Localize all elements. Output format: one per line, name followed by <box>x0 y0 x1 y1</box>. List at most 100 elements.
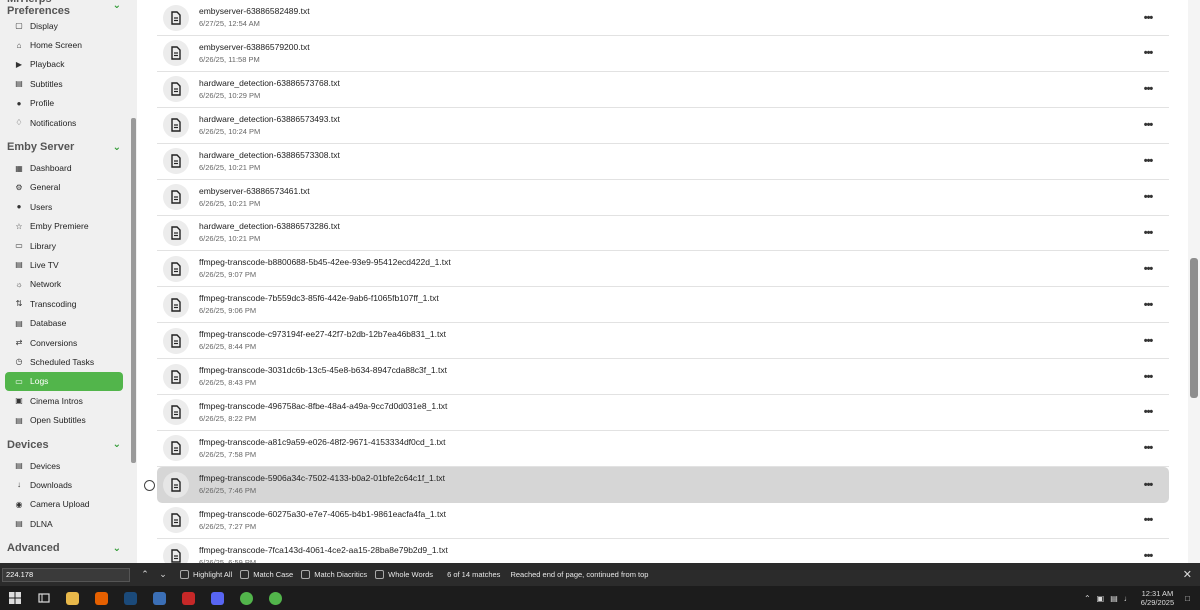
sidebar-item-profile[interactable]: ● Profile <box>0 94 137 113</box>
more-options-icon[interactable]: ••• <box>1139 479 1157 491</box>
checkbox-icon[interactable] <box>301 570 311 579</box>
checkbox-icon[interactable] <box>240 570 250 579</box>
log-file-row[interactable]: ffmpeg-transcode-60275a30-e7e7-4065-b4b1… <box>157 503 1169 539</box>
clock[interactable]: 12:31 AM 6/29/2025 <box>1141 589 1174 607</box>
firefox-icon[interactable] <box>87 586 116 610</box>
log-file-row[interactable]: ffmpeg-transcode-5906a34c-7502-4133-b0a2… <box>157 466 1169 503</box>
steam-icon[interactable] <box>116 586 145 610</box>
sidebar-item-open-subtitles[interactable]: ▤ Open Subtitles <box>0 410 137 429</box>
sidebar-section-header[interactable]: Advanced ⌄ <box>0 537 137 559</box>
log-file-row[interactable]: hardware_detection-63886573286.txt 6/26/… <box>157 215 1169 252</box>
sidebar-item-scheduled-tasks[interactable]: ◷ Scheduled Tasks <box>0 352 137 371</box>
more-options-icon[interactable]: ••• <box>1139 442 1157 454</box>
more-options-icon[interactable]: ••• <box>1139 299 1157 311</box>
sidebar-section-header[interactable]: Devices ⌄ <box>0 434 137 456</box>
log-file-name[interactable]: embyserver-63886579200.txt <box>199 42 1139 53</box>
log-file-row[interactable]: ffmpeg-transcode-3031dc6b-13c5-45e8-b634… <box>157 359 1169 395</box>
more-options-icon[interactable]: ••• <box>1139 227 1157 239</box>
more-options-icon[interactable]: ••• <box>1139 191 1157 203</box>
log-file-row[interactable]: ffmpeg-transcode-7b559dc3-85f6-442e-9ab6… <box>157 287 1169 324</box>
sidebar-item-conversions[interactable]: ⇄ Conversions <box>0 333 137 352</box>
more-options-icon[interactable]: ••• <box>1139 335 1157 347</box>
chevron-down-icon[interactable]: ⌄ <box>113 142 121 153</box>
log-file-name[interactable]: ffmpeg-transcode-5906a34c-7502-4133-b0a2… <box>199 473 1139 484</box>
chevron-down-icon[interactable]: ⌄ <box>113 0 121 11</box>
page-scrollbar[interactable] <box>1188 0 1200 563</box>
selection-radio[interactable] <box>144 479 155 491</box>
sidebar-item-library[interactable]: ▭ Library <box>0 236 137 255</box>
volume-icon[interactable]: ♩ <box>1124 594 1132 603</box>
match-case-option[interactable]: Match Case <box>240 570 293 579</box>
log-file-row[interactable]: ffmpeg-transcode-496758ac-8fbe-48a4-a49a… <box>157 395 1169 431</box>
log-file-name[interactable]: ffmpeg-transcode-c973194f-ee27-42f7-b2db… <box>199 329 1139 340</box>
more-options-icon[interactable]: ••• <box>1139 155 1157 167</box>
log-file-row[interactable]: ffmpeg-transcode-a81c9a59-e026-48f2-9671… <box>157 431 1169 467</box>
more-options-icon[interactable]: ••• <box>1139 514 1157 526</box>
find-previous-button[interactable]: ⌃ <box>136 569 154 580</box>
log-file-name[interactable]: embyserver-63886573461.txt <box>199 186 1139 197</box>
more-options-icon[interactable]: ••• <box>1139 406 1157 418</box>
log-file-name[interactable]: ffmpeg-transcode-3031dc6b-13c5-45e8-b634… <box>199 365 1139 376</box>
notification-icon[interactable]: □ <box>1185 594 1190 603</box>
checkbox-icon[interactable] <box>180 570 189 579</box>
log-file-name[interactable]: hardware_detection-63886573286.txt <box>199 221 1139 232</box>
file-explorer-icon[interactable] <box>58 586 87 610</box>
sidebar-item-general[interactable]: ⚙ General <box>0 178 137 197</box>
sidebar-section-header[interactable]: MrHerps Preferences ⌄ <box>0 0 137 17</box>
sidebar-item-live-tv[interactable]: ▤ Live TV <box>0 255 137 274</box>
more-options-icon[interactable]: ••• <box>1139 263 1157 275</box>
emby-icon-2[interactable] <box>261 586 290 610</box>
more-options-icon[interactable]: ••• <box>1139 47 1157 59</box>
sidebar-item-subtitles[interactable]: ▤ Subtitles <box>0 74 137 93</box>
network-icon[interactable]: ▤ <box>1110 594 1118 603</box>
sidebar-item-cinema-intros[interactable]: ▣ Cinema Intros <box>0 391 137 410</box>
emby-icon[interactable] <box>232 586 261 610</box>
sidebar-item-users[interactable]: ● Users <box>0 197 137 216</box>
red-app-icon[interactable] <box>174 586 203 610</box>
sidebar-item-emby-premiere[interactable]: ☆ Emby Premiere <box>0 217 137 236</box>
sidebar-item-network[interactable]: ☼ Network <box>0 275 137 294</box>
sidebar-item-devices[interactable]: ▤ Devices <box>0 456 137 475</box>
log-file-row[interactable]: hardware_detection-63886573308.txt 6/26/… <box>157 144 1169 180</box>
log-file-row[interactable]: ffmpeg-transcode-c973194f-ee27-42f7-b2db… <box>157 323 1169 360</box>
more-options-icon[interactable]: ••• <box>1139 550 1157 562</box>
sidebar-item-notifications[interactable]: ♢ Notifications <box>0 113 137 132</box>
whole-words-option[interactable]: Whole Words <box>375 570 433 579</box>
highlight-all-option[interactable]: Highlight All <box>180 570 232 579</box>
log-file-name[interactable]: ffmpeg-transcode-496758ac-8fbe-48a4-a49a… <box>199 401 1139 412</box>
log-file-row[interactable]: hardware_detection-63886573493.txt 6/26/… <box>157 108 1169 144</box>
more-options-icon[interactable]: ••• <box>1139 83 1157 95</box>
network-app-icon[interactable] <box>145 586 174 610</box>
log-file-name[interactable]: ffmpeg-transcode-b8800688-5b45-42ee-93e9… <box>199 257 1139 268</box>
log-file-row[interactable]: ffmpeg-transcode-7fca143d-4061-4ce2-aa15… <box>157 539 1169 563</box>
sidebar-item-transcoding[interactable]: ⇅ Transcoding <box>0 294 137 313</box>
sidebar-item-dashboard[interactable]: ▦ Dashboard <box>0 158 137 177</box>
find-next-button[interactable]: ⌄ <box>154 569 172 580</box>
log-file-name[interactable]: ffmpeg-transcode-7fca143d-4061-4ce2-aa15… <box>199 545 1139 556</box>
find-input[interactable]: 224.178 <box>2 567 130 582</box>
more-options-icon[interactable]: ••• <box>1139 371 1157 383</box>
sidebar-item-downloads[interactable]: ↓ Downloads <box>0 475 137 494</box>
log-file-row[interactable]: embyserver-63886573461.txt 6/26/25, 10:2… <box>157 180 1169 216</box>
sidebar-item-display[interactable]: ▢ Display <box>0 16 137 35</box>
log-file-name[interactable]: hardware_detection-63886573493.txt <box>199 114 1139 125</box>
log-file-name[interactable]: ffmpeg-transcode-a81c9a59-e026-48f2-9671… <box>199 437 1139 448</box>
log-file-name[interactable]: embyserver-63886582489.txt <box>199 6 1139 17</box>
sidebar-item-camera-upload[interactable]: ◉ Camera Upload <box>0 495 137 514</box>
sidebar-item-database[interactable]: ▤ Database <box>0 313 137 332</box>
battery-icon[interactable]: ▣ <box>1097 594 1105 603</box>
windows-start-icon[interactable] <box>0 586 29 610</box>
log-file-row[interactable]: ffmpeg-transcode-b8800688-5b45-42ee-93e9… <box>157 251 1169 288</box>
log-file-name[interactable]: ffmpeg-transcode-7b559dc3-85f6-442e-9ab6… <box>199 293 1139 304</box>
sidebar-section-header[interactable]: Emby Server ⌄ <box>0 136 137 158</box>
task-view-icon[interactable] <box>29 586 58 610</box>
sidebar-item-playback[interactable]: ▶ Playback <box>0 55 137 74</box>
page-scrollbar-thumb[interactable] <box>1190 258 1198 398</box>
discord-icon[interactable] <box>203 586 232 610</box>
sidebar-item-home-screen[interactable]: ⌂ Home Screen <box>0 35 137 54</box>
chevron-down-icon[interactable]: ⌄ <box>113 543 121 554</box>
log-file-name[interactable]: ffmpeg-transcode-60275a30-e7e7-4065-b4b1… <box>199 509 1139 520</box>
more-options-icon[interactable]: ••• <box>1139 119 1157 131</box>
sidebar-item-dlna[interactable]: ▤ DLNA <box>0 514 137 533</box>
checkbox-icon[interactable] <box>375 570 385 579</box>
